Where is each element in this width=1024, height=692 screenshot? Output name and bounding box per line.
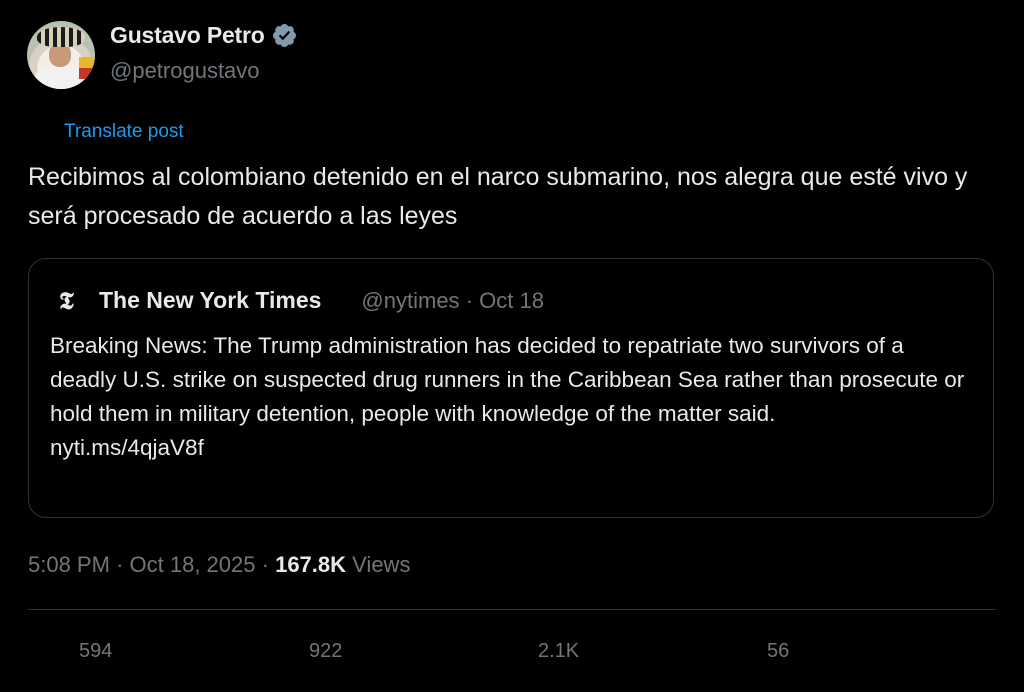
quoted-author-handle[interactable]: @nytimes bbox=[361, 288, 459, 313]
like-count[interactable]: 2.1K bbox=[538, 640, 579, 663]
views-count: 167.8K bbox=[275, 552, 347, 577]
bookmark-count[interactable]: 56 bbox=[767, 640, 789, 663]
translate-post-link[interactable]: Translate post bbox=[64, 121, 184, 143]
repost-count[interactable]: 922 bbox=[309, 640, 342, 663]
quoted-tweet-link[interactable]: nyti.ms/4qjaV8f bbox=[50, 431, 970, 465]
author-display-name[interactable]: Gustavo Petro bbox=[110, 22, 265, 49]
quoted-tweet-text: Breaking News: The Trump administration … bbox=[50, 333, 965, 426]
tweet-date[interactable]: Oct 18, 2025 bbox=[130, 552, 256, 577]
quoted-tweet-date[interactable]: Oct 18 bbox=[479, 288, 544, 313]
author-name-row: Gustavo Petro bbox=[110, 22, 298, 49]
quoted-author-name[interactable]: The New York Times bbox=[99, 287, 321, 314]
quoted-meta-separator: · bbox=[465, 287, 474, 313]
verified-badge-icon bbox=[271, 22, 298, 49]
author-handle[interactable]: @petrogustavo bbox=[110, 58, 260, 84]
meta-separator-2: · bbox=[261, 552, 269, 577]
quoted-tweet-card[interactable]: 𝕿 The New York Times @nytimes · Oct 18 B… bbox=[28, 258, 994, 518]
tweet-meta: 5:08 PM · Oct 18, 2025 · 167.8K Views bbox=[28, 552, 410, 578]
action-bar: 594 922 2.1K 56 bbox=[0, 640, 1024, 666]
nyt-logo-icon: 𝕿 bbox=[59, 286, 74, 315]
quoted-tweet-body: Breaking News: The Trump administration … bbox=[50, 329, 970, 465]
meta-separator: · bbox=[116, 552, 124, 577]
divider bbox=[28, 609, 996, 610]
quoted-author-meta: @nytimes · Oct 18 bbox=[361, 288, 544, 314]
reply-count[interactable]: 594 bbox=[79, 640, 112, 663]
quoted-tweet-header: 𝕿 The New York Times @nytimes · Oct 18 bbox=[59, 286, 544, 315]
views-label: Views bbox=[352, 552, 411, 577]
tweet-text: Recibimos al colombiano detenido en el n… bbox=[28, 163, 968, 230]
tweet-detail: Gustavo Petro @petrogustavo Translate po… bbox=[0, 0, 1024, 692]
tweet-time[interactable]: 5:08 PM bbox=[28, 552, 110, 577]
author-avatar[interactable] bbox=[27, 21, 95, 89]
